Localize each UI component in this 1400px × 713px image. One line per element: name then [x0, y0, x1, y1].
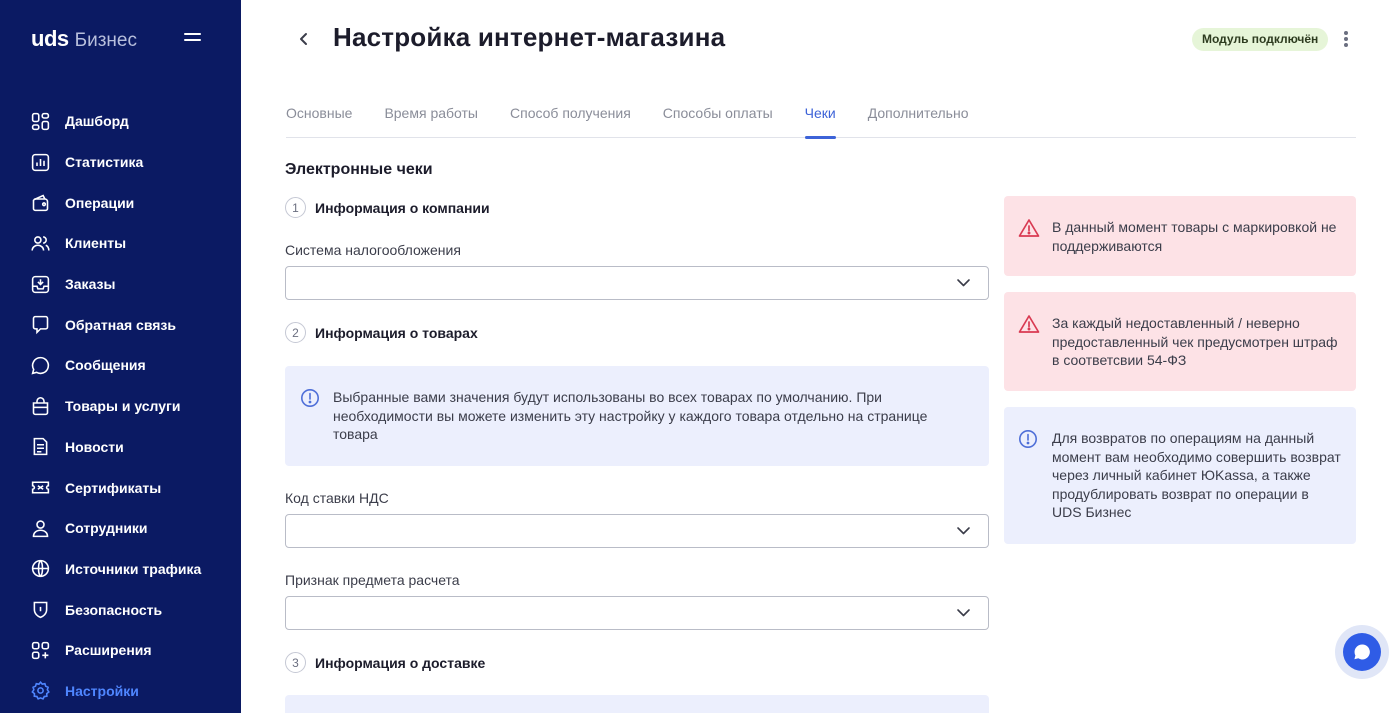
products-info-box: Выбранные вами значения будут использова…	[285, 366, 989, 466]
tab-delivery-method[interactable]: Способ получения	[510, 96, 631, 138]
orders-icon	[31, 275, 50, 293]
step-title: Информация о компании	[315, 199, 490, 216]
step-company-info: 1 Информация о компании	[285, 197, 490, 218]
dashboard-icon	[31, 112, 50, 131]
vat-code-select[interactable]	[285, 514, 989, 548]
tax-system-label: Система налогообложения	[285, 242, 461, 258]
warning-icon	[1018, 315, 1040, 333]
step-products-info: 2 Информация о товарах	[285, 322, 478, 343]
certificate-icon	[31, 481, 50, 494]
sidebar-item-label: Сообщения	[65, 357, 146, 374]
chevron-left-icon	[300, 33, 307, 45]
chat-bubble-icon	[1343, 633, 1381, 671]
warning-icon	[1018, 219, 1040, 237]
sidebar-item-label: Безопасность	[65, 601, 163, 618]
employee-icon	[32, 519, 49, 537]
step-title: Информация о товарах	[315, 324, 478, 341]
more-options-icon[interactable]	[1337, 29, 1355, 49]
tabs: Основные Время работы Способ получения С…	[286, 96, 1356, 139]
alert-marking-unsupported: В данный момент товары с маркировкой не …	[1004, 196, 1356, 276]
clients-icon	[31, 236, 50, 251]
tax-system-select[interactable]	[285, 266, 989, 300]
info-icon	[301, 389, 319, 407]
sidebar-nav: Дашборд Статистика Операции Клиенты Зака…	[0, 101, 241, 711]
sidebar-item-label: Дашборд	[65, 113, 129, 130]
products-info-text: Выбранные вами значения будут использова…	[333, 389, 928, 442]
info-icon	[1019, 430, 1037, 448]
step-number: 3	[285, 652, 306, 673]
extensions-icon	[31, 641, 50, 659]
step-title: Информация о доставке	[315, 654, 486, 671]
step-delivery-info: 3 Информация о доставке	[285, 652, 485, 673]
section-title: Электронные чеки	[285, 161, 433, 178]
status-badge: Модуль подключён	[1192, 28, 1329, 51]
sidebar-item-dashboard[interactable]: Дашборд	[0, 101, 241, 142]
operations-icon	[32, 194, 49, 212]
tab-additional[interactable]: Дополнительно	[868, 96, 969, 138]
chart-icon	[31, 153, 50, 171]
sidebar-item-label: Заказы	[65, 276, 116, 293]
tab-receipts[interactable]: Чеки	[804, 96, 836, 139]
news-icon	[33, 438, 48, 456]
sidebar-item-security[interactable]: Безопасность	[0, 589, 241, 630]
payment-subject-label: Признак предмета расчета	[285, 572, 460, 588]
tab-basic[interactable]: Основные	[286, 96, 352, 138]
globe-icon	[31, 560, 50, 578]
gear-icon	[31, 681, 50, 701]
sidebar: uds Бизнес Дашборд Статистика Операции К…	[0, 0, 241, 713]
step-number: 1	[285, 197, 306, 218]
sidebar-item-label: Статистика	[65, 154, 144, 171]
sidebar-item-label: Клиенты	[65, 235, 127, 252]
messages-icon	[31, 356, 50, 375]
sidebar-item-label: Расширения	[65, 642, 152, 659]
sidebar-item-label: Товары и услуги	[65, 398, 181, 415]
payment-subject-select[interactable]	[285, 596, 989, 630]
alert-receipt-fine: За каждый недоставленный / неверно предо…	[1004, 292, 1356, 391]
sidebar-item-news[interactable]: Новости	[0, 427, 241, 468]
sidebar-item-traffic-sources[interactable]: Источники трафика	[0, 549, 241, 590]
sidebar-item-feedback[interactable]: Обратная связь	[0, 304, 241, 345]
tab-payment-methods[interactable]: Способы оплаты	[663, 96, 773, 138]
sidebar-item-clients[interactable]: Клиенты	[0, 223, 241, 264]
sidebar-item-extensions[interactable]: Расширения	[0, 630, 241, 671]
step-number: 2	[285, 322, 306, 343]
alert-text: Для возвратов по операциям на данный мом…	[1052, 430, 1341, 520]
chevron-down-icon	[957, 609, 970, 617]
sidebar-item-label: Сертификаты	[65, 479, 162, 496]
sidebar-item-label: Обратная связь	[65, 316, 176, 333]
sidebar-item-label: Настройки	[65, 682, 139, 699]
menu-toggle-icon[interactable]	[184, 33, 201, 46]
chevron-down-icon	[957, 279, 970, 287]
sidebar-item-products[interactable]: Товары и услуги	[0, 386, 241, 427]
sidebar-item-statistics[interactable]: Статистика	[0, 142, 241, 183]
shield-icon	[33, 601, 48, 619]
delivery-info-box	[285, 695, 989, 713]
logo[interactable]: uds Бизнес	[31, 26, 137, 52]
logo-uds: uds	[31, 26, 69, 51]
page-title: Настройка интернет-магазина	[333, 22, 726, 52]
alert-text: За каждый недоставленный / неверно предо…	[1052, 315, 1338, 368]
back-button[interactable]	[293, 28, 315, 50]
alert-text: В данный момент товары с маркировкой не …	[1052, 219, 1337, 254]
sidebar-item-employees[interactable]: Сотрудники	[0, 508, 241, 549]
sidebar-item-label: Сотрудники	[65, 520, 148, 537]
sidebar-item-label: Источники трафика	[65, 560, 202, 577]
chevron-down-icon	[957, 527, 970, 535]
sidebar-item-settings[interactable]: Настройки	[0, 671, 241, 712]
chat-button[interactable]	[1335, 625, 1389, 679]
vat-code-label: Код ставки НДС	[285, 490, 389, 506]
sidebar-item-messages[interactable]: Сообщения	[0, 345, 241, 386]
sidebar-item-label: Новости	[65, 438, 124, 455]
sidebar-item-certificates[interactable]: Сертификаты	[0, 467, 241, 508]
sidebar-item-orders[interactable]: Заказы	[0, 264, 241, 305]
sidebar-item-operations[interactable]: Операции	[0, 182, 241, 223]
sidebar-item-label: Операции	[65, 194, 135, 211]
main-content: Настройка интернет-магазина Модуль подкл…	[241, 0, 1400, 713]
feedback-icon	[32, 316, 49, 335]
logo-business: Бизнес	[74, 30, 137, 51]
bag-icon	[32, 396, 49, 415]
alert-refunds-info: Для возвратов по операциям на данный мом…	[1004, 407, 1356, 544]
tab-working-hours[interactable]: Время работы	[384, 96, 478, 138]
